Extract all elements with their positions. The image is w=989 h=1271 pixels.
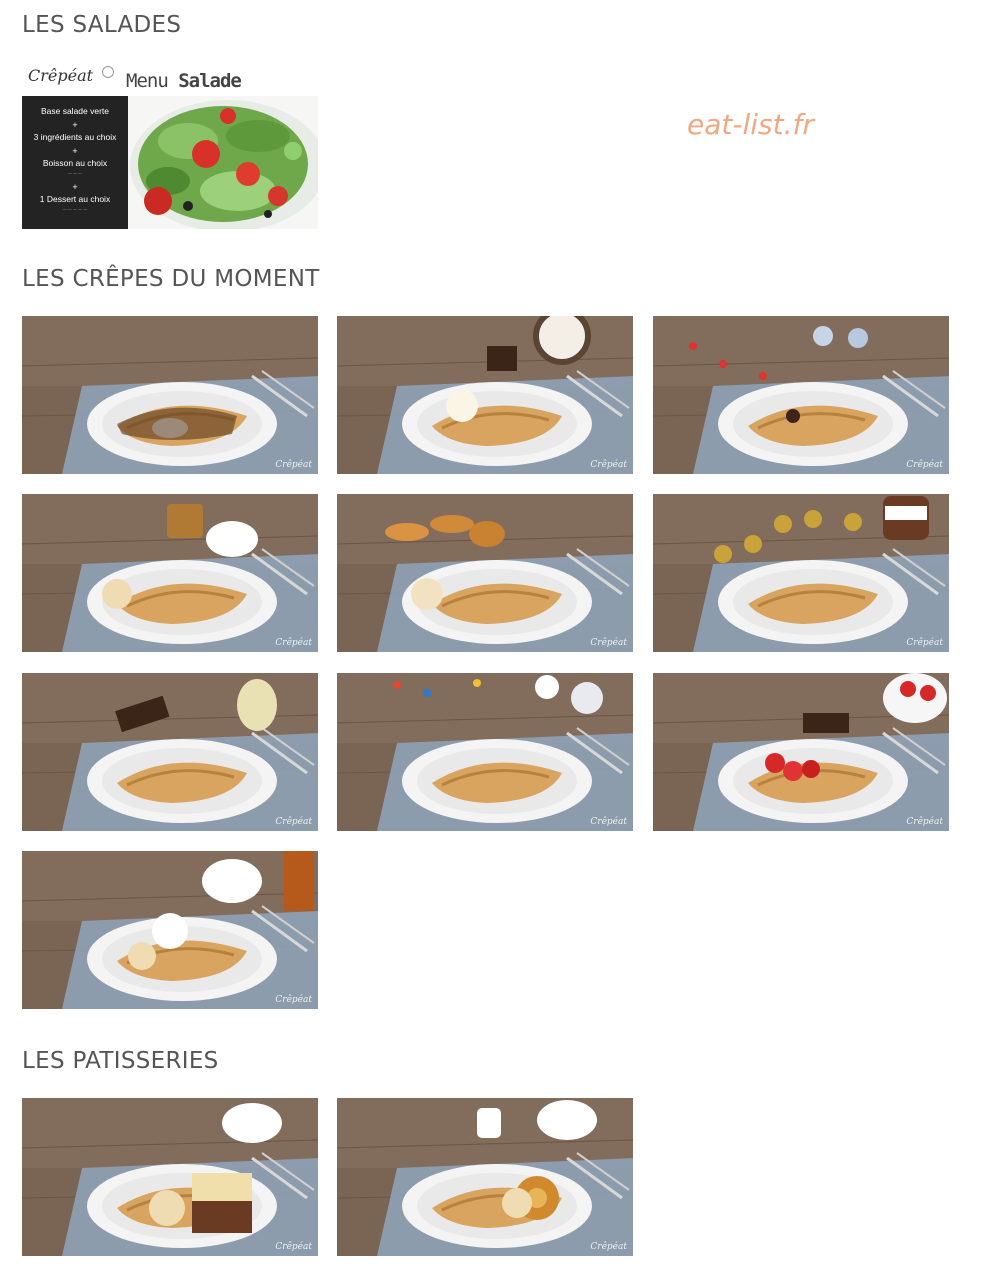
salad-menu-details: Base salade verte + 3 ingrédients au cho… <box>22 96 128 229</box>
salad-photo <box>128 96 318 229</box>
photo-brand-watermark: Crêpéat <box>275 1242 312 1252</box>
photo-brand-watermark: Crêpéat <box>906 638 943 648</box>
photo-brand-watermark: Crêpéat <box>590 817 627 827</box>
salad-menu-image[interactable]: Crêpéat Menu Salade Base salade verte + … <box>22 62 318 229</box>
section-title-crepes: LES CRÊPES DU MOMENT <box>22 266 320 292</box>
salad-line: 3 ingrédients au choix <box>33 132 117 142</box>
food-photo-crepe-ferrero-nutella[interactable]: Crêpéat <box>653 494 949 652</box>
salad-fineprint: — — — <box>67 170 83 175</box>
photo-brand-watermark: Crêpéat <box>275 638 312 648</box>
section-title-salades: LES SALADES <box>22 12 182 38</box>
food-photo-crepe-strawberry[interactable]: Crêpéat <box>653 673 949 831</box>
photo-brand-watermark: Crêpéat <box>275 817 312 827</box>
salad-line: 1 Dessert au choix <box>39 194 111 204</box>
food-photo-crepe-pear-chocolate[interactable]: Crêpéat <box>22 673 318 831</box>
food-photo-crepe-maple-syrup[interactable]: Crêpéat <box>22 851 318 1009</box>
salad-plus: + <box>72 120 78 130</box>
food-photo-cheesecake-brownie[interactable]: Crêpéat <box>22 1098 318 1256</box>
salad-menu-title: Menu Salade <box>126 70 242 92</box>
food-photo-crepe-salted-caramel-tea[interactable]: Crêpéat <box>22 494 318 652</box>
photo-brand-watermark: Crêpéat <box>906 817 943 827</box>
site-watermark: eat-list.fr <box>687 108 814 141</box>
food-photo-crepe-madeleines[interactable]: Crêpéat <box>337 494 633 652</box>
menu-word: Menu <box>126 70 169 92</box>
logo-badge-icon <box>102 66 114 78</box>
photo-brand-watermark: Crêpéat <box>590 638 627 648</box>
section-title-patisseries: LES PATISSERIES <box>22 1048 219 1074</box>
food-photo-crepe-chocolate-whipped-cream[interactable]: Crêpéat <box>22 316 318 474</box>
salad-plus: + <box>72 182 78 192</box>
salad-plus: + <box>72 146 78 156</box>
photo-brand-watermark: Crêpéat <box>275 460 312 470</box>
food-photo-crepe-coconut-ice-cream[interactable]: Crêpéat <box>337 316 633 474</box>
brand-logo: Crêpéat <box>28 66 94 85</box>
photo-brand-watermark: Crêpéat <box>590 460 627 470</box>
photo-brand-watermark: Crêpéat <box>590 1242 627 1252</box>
food-photo-pineapple-cake[interactable]: Crêpéat <box>337 1098 633 1256</box>
photo-brand-watermark: Crêpéat <box>906 460 943 470</box>
photo-brand-watermark: Crêpéat <box>275 995 312 1005</box>
salad-line: Boisson au choix <box>42 158 108 168</box>
food-photo-crepe-mms[interactable]: Crêpéat <box>337 673 633 831</box>
food-photo-crepe-kinder[interactable]: Crêpéat <box>653 316 949 474</box>
menu-bold-word: Salade <box>178 70 242 92</box>
salad-line: Base salade verte <box>40 106 110 116</box>
salad-fineprint: — — — — — <box>62 206 88 211</box>
